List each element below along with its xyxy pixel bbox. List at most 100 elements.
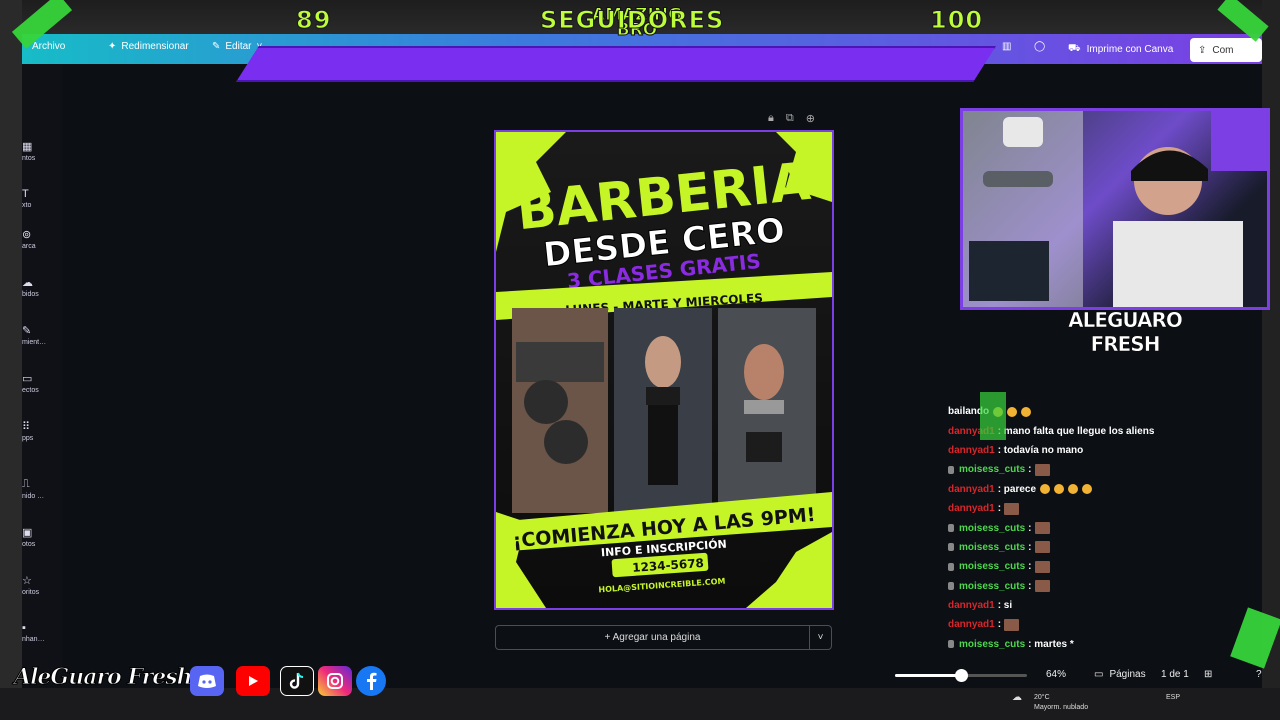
instagram-icon xyxy=(318,666,352,696)
follower-label: SEGUIDORES xyxy=(539,6,725,35)
grid-view-icon[interactable]: ⊞ xyxy=(1204,669,1212,680)
chat-emote-icon xyxy=(1034,463,1050,476)
duplicate-icon[interactable]: ⧉ xyxy=(786,112,794,125)
chat-message: moisess_cuts: xyxy=(948,538,1248,557)
emoji-icon xyxy=(1068,484,1079,495)
add-page-label: + Agregar una página xyxy=(604,632,701,643)
chat-emote-icon xyxy=(1034,580,1050,593)
chat-emote-icon xyxy=(1034,560,1050,573)
sidebar-item-tools[interactable]: ✎ mient… xyxy=(22,324,62,346)
sidebar-label: mient… xyxy=(22,339,47,346)
chat-message: moisess_cuts: xyxy=(948,557,1248,576)
chat-badge-icon xyxy=(948,640,954,649)
chat-username[interactable]: dannyad1 xyxy=(948,619,995,630)
tools-icon: ✎ xyxy=(22,325,32,337)
add-page-icon[interactable]: ⊕ xyxy=(806,112,815,125)
overlay-frame-left xyxy=(0,0,22,720)
chat-username[interactable]: moisess_cuts xyxy=(959,561,1025,572)
chart-button[interactable]: ▥ xyxy=(1002,41,1011,52)
sidebar-item-uploads[interactable]: ☁ bidos xyxy=(22,276,62,298)
chat-username[interactable]: moisess_cuts xyxy=(959,542,1025,553)
sidebar-label: otos xyxy=(22,541,36,548)
chat-message: dannyad1: xyxy=(948,499,1248,518)
sidebar-item-text[interactable]: T xto xyxy=(22,188,62,209)
brand-icon: ⊚ xyxy=(22,229,32,241)
chat-text: : todavía no mano xyxy=(997,444,1084,456)
chat-text: : parece xyxy=(997,483,1037,495)
photos-icon: ▣ xyxy=(22,527,33,539)
enhance-icon: ▪ xyxy=(22,622,26,634)
uploads-icon: ☁ xyxy=(22,277,33,289)
chat-username[interactable]: moisess_cuts xyxy=(959,581,1025,592)
add-page-button[interactable]: + Agregar una página ˅ xyxy=(495,625,832,650)
pages-icon: ▭ xyxy=(1094,669,1104,680)
sidebar-label: bidos xyxy=(22,291,39,298)
follower-goal: 100 xyxy=(929,6,984,35)
chat-username[interactable]: moisess_cuts xyxy=(959,464,1025,475)
chat-emote-icon xyxy=(1034,522,1050,535)
webcam-feed xyxy=(960,108,1270,310)
truck-icon: ⛟ xyxy=(1068,42,1081,54)
emoji-icon xyxy=(1021,406,1032,417)
sidebar-label: nhan… xyxy=(22,636,45,643)
sidebar-item-favorites[interactable]: ☆ oritos xyxy=(22,574,62,596)
sidebar-item-content[interactable]: ⎍ nido … xyxy=(22,478,62,500)
pages-label: Páginas xyxy=(1109,669,1146,680)
sidebar-item-brand[interactable]: ⊚ arca xyxy=(22,228,62,250)
chat-username[interactable]: dannyad1 xyxy=(948,484,995,495)
chat-message: dannyad1: xyxy=(948,615,1248,634)
sidebar-label: arca xyxy=(22,243,36,250)
sidebar-item-templates[interactable]: ▦ ntos xyxy=(22,140,62,162)
sidebar-label: ectos xyxy=(22,387,39,394)
chat-username[interactable]: moisess_cuts xyxy=(959,523,1025,534)
chat-username[interactable]: dannyad1 xyxy=(948,503,995,514)
zoom-value[interactable]: 64% xyxy=(1046,669,1066,680)
weather-desc: Mayorm. nublado xyxy=(1034,704,1089,711)
discord-icon xyxy=(190,666,224,696)
weather-icon: ☁ xyxy=(1012,692,1022,703)
sidebar-label: xto xyxy=(22,202,32,209)
comments-button[interactable]: ◯ xyxy=(1034,41,1045,52)
zoom-slider[interactable] xyxy=(895,669,1027,682)
brand-name: AleGuaro Fresh xyxy=(14,664,194,691)
text-icon: T xyxy=(22,188,29,200)
windows-taskbar: ☁ 20°C Mayorm. nublado ESP xyxy=(990,690,1262,720)
chat-badge-icon xyxy=(948,562,954,571)
chat-badge-icon xyxy=(948,582,954,591)
zoom-knob[interactable] xyxy=(955,669,968,682)
sidebar-item-projects[interactable]: ▭ ectos xyxy=(22,372,62,394)
chat-message: dannyad1: parece xyxy=(948,480,1248,499)
sidebar-item-photos[interactable]: ▣ otos xyxy=(22,526,62,548)
menu-redimensionar[interactable]: ✦ Redimensionar xyxy=(108,41,189,52)
pages-button[interactable]: ▭ Páginas xyxy=(1094,669,1146,680)
page-tools: 🔒︎ ⧉ ⊕ xyxy=(768,112,815,125)
poster-artwork: BARBERIA DESDE CERO 3 CLASES GRATIS LUNE… xyxy=(496,132,832,608)
language-indicator[interactable]: ESP xyxy=(1166,694,1180,701)
chat-message: moisess_cuts: xyxy=(948,518,1248,537)
chat-text: : xyxy=(1028,541,1032,553)
chat-text: : si xyxy=(997,600,1013,612)
share-button[interactable]: ⇪ Com xyxy=(1190,38,1262,62)
help-icon[interactable]: ? xyxy=(1256,669,1262,680)
chevron-down-icon[interactable]: ˅ xyxy=(809,626,831,649)
stream-overlay: Archivo ✦ Redimensionar ✎ Editar ˅ ▥ ◯ ⛟… xyxy=(0,0,1280,720)
chat-message: dannyad1: si xyxy=(948,596,1248,615)
chat-username[interactable]: dannyad1 xyxy=(948,600,995,611)
design-canvas[interactable]: BARBERIA DESDE CERO 3 CLASES GRATIS LUNE… xyxy=(494,130,834,610)
sidebar-item-apps[interactable]: ⠿ pps xyxy=(22,420,62,442)
webcam-scene xyxy=(963,111,1267,307)
zoom-fill xyxy=(895,674,961,677)
emoji-icon xyxy=(1007,406,1018,417)
sidebar-label: nido … xyxy=(22,493,45,500)
chat-username[interactable]: moisess_cuts xyxy=(959,639,1025,650)
chat-username[interactable]: dannyad1 xyxy=(948,445,995,456)
print-button[interactable]: ⛟ Imprime con Canva xyxy=(1060,38,1181,60)
lock-icon[interactable]: 🔒︎ xyxy=(768,112,774,125)
sidebar-item-enhance[interactable]: ▪ nhan… xyxy=(22,622,62,643)
share-label: Com xyxy=(1212,44,1234,56)
print-label: Imprime con Canva xyxy=(1086,43,1174,55)
menu-editar[interactable]: ✎ Editar ˅ xyxy=(212,41,262,52)
menu-archivo[interactable]: Archivo xyxy=(32,41,65,52)
sidebar-label: ntos xyxy=(22,155,36,162)
sidebar-label: pps xyxy=(22,435,34,442)
